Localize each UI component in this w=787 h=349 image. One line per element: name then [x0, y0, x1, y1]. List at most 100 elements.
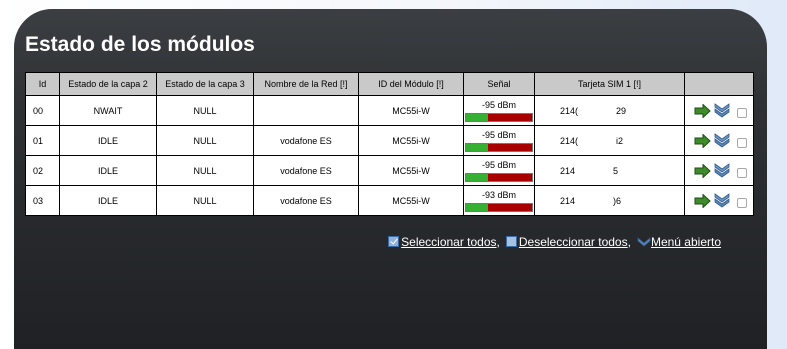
sim-number-start: 214	[560, 195, 576, 206]
signal-bar	[465, 202, 533, 212]
sim-number-start: 214(	[560, 135, 579, 146]
select-all-link[interactable]: Seleccionar todos	[388, 235, 497, 249]
cell-sim: 214 )6	[534, 185, 685, 216]
table-row: 02 IDLE NULL vodafone ES MC55i-W -95 dBm…	[25, 155, 754, 186]
cell-id: 03	[25, 185, 60, 216]
sim-number-end: )6	[613, 195, 622, 206]
table-row: 03 IDLE NULL vodafone ES MC55i-W -93 dBm…	[25, 185, 754, 216]
header-id: Id	[25, 72, 60, 96]
green-arrow-right-icon[interactable]	[694, 133, 711, 148]
row-checkbox[interactable]	[737, 107, 747, 118]
page-title: Estado de los módulos	[25, 33, 255, 56]
cell-sim: 214( 29	[534, 95, 685, 126]
cell-network: vodafone ES	[253, 185, 359, 216]
cell-layer3: NULL	[156, 155, 254, 186]
separator: ,	[627, 235, 631, 249]
cell-module: MC55i-W	[358, 125, 464, 156]
row-checkbox[interactable]	[737, 197, 747, 208]
modules-panel: Estado de los módulos Id Estado de la ca…	[14, 9, 767, 349]
green-arrow-right-icon[interactable]	[694, 193, 711, 208]
double-chevron-down-icon[interactable]	[714, 163, 730, 178]
layer3-status: NULL	[193, 105, 217, 116]
cell-signal: -95 dBm	[463, 125, 535, 156]
green-arrow-right-icon[interactable]	[694, 103, 711, 118]
cell-id: 02	[25, 155, 60, 186]
module-model: MC55i-W	[392, 105, 430, 116]
cell-signal: -93 dBm	[463, 185, 535, 216]
select-all-label: Seleccionar todos	[401, 235, 497, 249]
checked-box-icon	[388, 236, 400, 247]
cell-layer2: IDLE	[59, 125, 157, 156]
table-row: 01 IDLE NULL vodafone ES MC55i-W -95 dBm…	[25, 125, 754, 156]
cell-id: 01	[25, 125, 60, 156]
header-layer3: Estado de la capa 3	[156, 72, 254, 96]
sim-number-start: 214(	[560, 105, 579, 116]
cell-layer3: NULL	[156, 95, 254, 126]
cell-layer2: IDLE	[59, 185, 157, 216]
sim-number-start: 214	[560, 165, 576, 176]
table-header-row: Id Estado de la capa 2 Estado de la capa…	[25, 72, 754, 96]
network-name: vodafone ES	[280, 165, 332, 176]
cell-id: 00	[25, 95, 60, 126]
layer3-status: NULL	[193, 135, 217, 146]
green-arrow-right-icon[interactable]	[694, 163, 711, 178]
header-actions	[684, 72, 754, 96]
header-module-id[interactable]: ID del Módulo [!]	[358, 72, 464, 96]
row-checkbox[interactable]	[737, 137, 747, 148]
header-network[interactable]: Nombre de la Red [!]	[253, 72, 359, 96]
module-id-number: 00	[33, 105, 44, 116]
module-model: MC55i-W	[392, 195, 430, 206]
cell-actions	[684, 185, 754, 216]
layer2-status: NWAIT	[93, 105, 123, 116]
layer3-status: NULL	[193, 195, 217, 206]
cell-layer3: NULL	[156, 125, 254, 156]
row-checkbox[interactable]	[737, 167, 747, 178]
open-menu-link[interactable]: Menú abierto	[637, 235, 721, 249]
double-chevron-down-icon[interactable]	[714, 103, 730, 118]
signal-bar	[465, 142, 533, 152]
cell-actions	[684, 155, 754, 186]
cell-layer2: NWAIT	[59, 95, 157, 126]
signal-bar-fill	[466, 203, 488, 211]
signal-bar-fill	[466, 173, 488, 181]
cell-module: MC55i-W	[358, 155, 464, 186]
sim-number-end: 29	[616, 105, 627, 116]
header-signal: Señal	[463, 72, 535, 96]
cell-module: MC55i-W	[358, 185, 464, 216]
layer3-status: NULL	[193, 165, 217, 176]
double-chevron-down-icon[interactable]	[714, 133, 730, 148]
chevron-down-icon	[637, 237, 651, 247]
bulk-actions: Seleccionar todos , Deseleccionar todos …	[388, 235, 721, 249]
open-menu-label: Menú abierto	[650, 235, 721, 249]
cell-network	[253, 95, 359, 126]
cell-signal: -95 dBm	[463, 95, 535, 126]
modules-table: Id Estado de la capa 2 Estado de la capa…	[25, 72, 754, 216]
empty-box-icon	[505, 236, 517, 247]
table-row: 00 NWAIT NULL MC55i-W -95 dBm 214( 29	[25, 95, 754, 126]
network-name: vodafone ES	[280, 135, 332, 146]
signal-value: -95 dBm	[481, 159, 516, 170]
double-chevron-down-icon[interactable]	[714, 193, 730, 208]
cell-network: vodafone ES	[253, 125, 359, 156]
separator: ,	[496, 235, 500, 249]
module-model: MC55i-W	[392, 135, 430, 146]
signal-bar	[465, 172, 533, 182]
deselect-all-link[interactable]: Deseleccionar todos	[505, 235, 628, 249]
header-layer2: Estado de la capa 2	[59, 72, 157, 96]
signal-bar-fill	[466, 113, 488, 121]
signal-bar	[465, 112, 533, 122]
layer2-status: IDLE	[97, 135, 118, 146]
module-id-number: 01	[33, 135, 44, 146]
signal-value: -95 dBm	[481, 99, 516, 110]
sim-number-end: 5	[613, 165, 619, 176]
cell-signal: -95 dBm	[463, 155, 535, 186]
header-sim[interactable]: Tarjeta SIM 1 [!]	[534, 72, 685, 96]
cell-network: vodafone ES	[253, 155, 359, 186]
network-name: vodafone ES	[280, 195, 332, 206]
module-model: MC55i-W	[392, 165, 430, 176]
cell-layer3: NULL	[156, 185, 254, 216]
module-id-number: 02	[33, 165, 44, 176]
signal-bar-fill	[466, 143, 488, 151]
sim-number-end: i2	[616, 135, 624, 146]
cell-layer2: IDLE	[59, 155, 157, 186]
